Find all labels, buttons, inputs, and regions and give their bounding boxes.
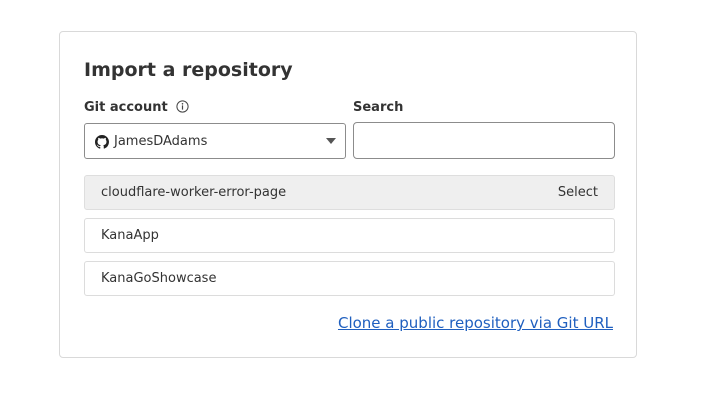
repository-name: KanaApp <box>101 228 159 243</box>
select-button[interactable]: Select <box>558 185 598 200</box>
git-account-label-group: Git account <box>84 100 189 117</box>
chevron-down-icon <box>326 138 336 144</box>
search-input[interactable] <box>353 122 615 159</box>
list-item[interactable]: KanaGoShowcase <box>84 261 615 296</box>
page-title: Import a repository <box>84 59 293 81</box>
git-account-select[interactable]: JamesDAdams <box>84 123 346 159</box>
repository-name: KanaGoShowcase <box>101 271 217 286</box>
clone-public-repository-link[interactable]: Clone a public repository via Git URL <box>338 314 613 332</box>
git-account-label: Git account <box>84 100 168 115</box>
search-label: Search <box>353 100 404 115</box>
git-account-value: JamesDAdams <box>114 133 208 149</box>
github-icon <box>95 134 109 149</box>
list-item[interactable]: KanaApp <box>84 218 615 253</box>
repository-list: cloudflare-worker-error-page Select Kana… <box>84 175 615 304</box>
list-item[interactable]: cloudflare-worker-error-page Select <box>84 175 615 210</box>
repository-name: cloudflare-worker-error-page <box>101 185 287 200</box>
import-repository-panel: Import a repository Git account Search J… <box>59 31 637 358</box>
info-icon[interactable] <box>176 100 189 117</box>
